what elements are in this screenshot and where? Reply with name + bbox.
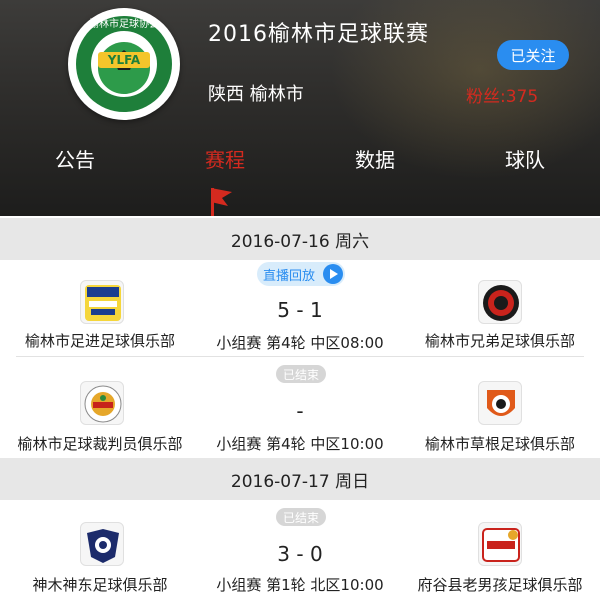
home-team-logo[interactable]: [80, 522, 124, 566]
away-team-name[interactable]: 榆林市兄弟足球俱乐部: [405, 330, 595, 351]
match-round: 小组赛 第4轮 中区10:00: [216, 435, 384, 453]
tab-schedule[interactable]: 赛程: [150, 140, 300, 180]
away-team-logo[interactable]: [478, 381, 522, 425]
league-title: 2016榆林市足球联赛: [208, 22, 429, 47]
match-round: 小组赛 第1轮 北区10:00: [216, 576, 384, 594]
match-score: 3 - 0: [277, 542, 323, 566]
match-score: -: [296, 399, 304, 423]
tab-bar: 公告 赛程 数据 球队: [0, 140, 600, 180]
match-card[interactable]: 直播回放 榆林市足进足球俱乐部 5 - 1 小组赛 第4轮 中区08:00 榆林…: [0, 260, 600, 356]
match-score: 5 - 1: [277, 298, 323, 322]
status-badge: 已结束: [276, 365, 326, 383]
tab-teams[interactable]: 球队: [450, 140, 600, 180]
home-team-name[interactable]: 神木神东足球俱乐部: [5, 574, 195, 595]
replay-label: 直播回放: [263, 268, 316, 284]
date-header: 2016-07-16 周六: [0, 218, 600, 260]
fans-count: 粉丝:375: [466, 87, 539, 107]
match-round: 小组赛 第4轮 中区08:00: [216, 334, 384, 352]
away-team-logo[interactable]: [478, 280, 522, 324]
tab-announcements[interactable]: 公告: [0, 140, 150, 180]
home-team-name[interactable]: 榆林市足进足球俱乐部: [5, 330, 195, 351]
home-team-name[interactable]: 榆林市足球裁判员俱乐部: [5, 433, 195, 454]
home-team-logo[interactable]: [80, 381, 124, 425]
logo-abbr: YLFA: [107, 53, 141, 67]
date-header: 2016-07-17 周日: [0, 458, 600, 500]
logo-ring-text: 榆林市足球协会: [89, 17, 159, 30]
away-team-name[interactable]: 府谷县老男孩足球俱乐部: [405, 574, 595, 595]
away-team-logo[interactable]: [478, 522, 522, 566]
league-logo-emblem: YLFA 榆林市足球协会: [72, 12, 176, 116]
away-team-name[interactable]: 榆林市草根足球俱乐部: [405, 433, 595, 454]
league-location: 陕西 榆林市: [208, 84, 304, 105]
match-card[interactable]: 已结束 榆林市足球裁判员俱乐部 - 小组赛 第4轮 中区10:00 榆林市草根足…: [0, 357, 600, 457]
tab-data[interactable]: 数据: [300, 140, 450, 180]
follow-button[interactable]: 已关注: [497, 40, 569, 70]
replay-badge[interactable]: 直播回放: [257, 262, 345, 286]
league-logo[interactable]: YLFA 榆林市足球协会: [68, 8, 180, 120]
match-card[interactable]: 已结束 神木神东足球俱乐部 3 - 0 小组赛 第1轮 北区10:00 府谷县老…: [0, 500, 600, 603]
active-tab-flag-icon: [211, 188, 232, 216]
home-team-logo[interactable]: [80, 280, 124, 324]
status-badge: 已结束: [276, 508, 326, 526]
play-icon: [323, 264, 343, 284]
league-header: YLFA 榆林市足球协会 2016榆林市足球联赛 陕西 榆林市 已关注 粉丝:3…: [0, 0, 600, 216]
